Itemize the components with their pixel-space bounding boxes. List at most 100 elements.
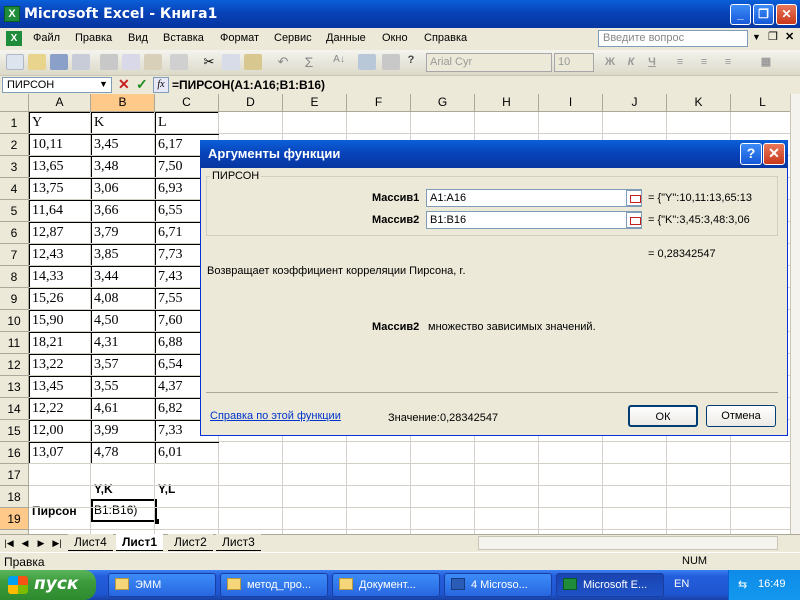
menu-insert[interactable]: Вставка	[163, 32, 204, 44]
row-header-3[interactable]: 3	[0, 156, 29, 178]
task-excel[interactable]: Microsoft E...	[556, 573, 664, 597]
column-header-j[interactable]: J	[603, 94, 667, 112]
sheet-tab-list2[interactable]: Лист2	[168, 534, 213, 551]
new-icon[interactable]	[6, 54, 24, 70]
table-cell[interactable]: 3,99	[91, 420, 119, 442]
table-cell[interactable]: 12,22	[29, 398, 64, 420]
last-sheet-icon[interactable]: ▶|	[50, 536, 64, 550]
row-header-2[interactable]: 2	[0, 134, 29, 156]
menu-file[interactable]: Файл	[33, 32, 60, 44]
horizontal-scrollbar[interactable]	[478, 536, 778, 550]
print-preview-icon[interactable]	[122, 54, 140, 70]
close-button[interactable]: ✕	[776, 4, 797, 25]
network-icon[interactable]: ⇆	[738, 578, 747, 591]
permission-icon[interactable]	[72, 54, 90, 70]
task-folder-documents[interactable]: Документ...	[332, 573, 440, 597]
table-cell[interactable]: 3,44	[91, 266, 119, 288]
column-header-c[interactable]: C	[155, 94, 219, 112]
row-header-19[interactable]: 19	[0, 508, 29, 530]
row-header-16[interactable]: 16	[0, 442, 29, 464]
table-cell[interactable]: 7,55	[155, 288, 183, 310]
column-header-g[interactable]: G	[411, 94, 475, 112]
row-header-9[interactable]: 9	[0, 288, 29, 310]
sheet-tab-list1[interactable]: Лист1	[116, 534, 164, 551]
table-cell[interactable]: 6,01	[155, 442, 183, 464]
row-header-7[interactable]: 7	[0, 244, 29, 266]
cell-a19[interactable]: Пирсон	[29, 500, 77, 522]
table-cell[interactable]: 3,48	[91, 156, 119, 178]
start-button[interactable]: пуск	[0, 570, 96, 600]
column-header-a[interactable]: A	[29, 94, 91, 112]
column-header-k[interactable]: K	[667, 94, 731, 112]
table-cell[interactable]: 7,60	[155, 310, 183, 332]
drawing-icon[interactable]	[382, 54, 400, 70]
table-cell[interactable]: 4,78	[91, 442, 119, 464]
menu-tools[interactable]: Сервис	[274, 32, 312, 44]
cancel-entry-icon[interactable]: ✕	[118, 77, 130, 92]
table-cell[interactable]: 14,33	[29, 266, 64, 288]
insert-function-icon[interactable]: fx	[153, 77, 169, 93]
menu-data[interactable]: Данные	[326, 32, 366, 44]
table-cell[interactable]: 13,07	[29, 442, 64, 464]
dialog-help-icon[interactable]: ?	[740, 143, 762, 165]
table-cell[interactable]: 11,64	[29, 200, 63, 222]
table-cell[interactable]: 4,31	[91, 332, 119, 354]
table-cell[interactable]: 4,61	[91, 398, 119, 420]
table-cell[interactable]: 15,26	[29, 288, 64, 310]
column-header-e[interactable]: E	[283, 94, 347, 112]
table-cell[interactable]: 7,43	[155, 266, 183, 288]
row-header-6[interactable]: 6	[0, 222, 29, 244]
table-cell[interactable]: 3,66	[91, 200, 119, 222]
collapse-dialog-icon[interactable]	[626, 212, 642, 228]
table-cell[interactable]: 7,50	[155, 156, 183, 178]
bold-icon[interactable]: Ж	[600, 53, 620, 72]
table-cell[interactable]: 18,21	[29, 332, 64, 354]
table-cell[interactable]: 10,11	[29, 134, 63, 156]
arg2-input[interactable]: B1:B16	[426, 211, 642, 229]
menu-view[interactable]: Вид	[128, 32, 148, 44]
chevron-down-icon[interactable]: ▼	[752, 32, 761, 42]
table-cell[interactable]: 3,06	[91, 178, 119, 200]
align-center-icon[interactable]: ≡	[694, 53, 714, 72]
dialog-close-icon[interactable]: ✕	[763, 143, 785, 165]
sort-icon[interactable]: A↓	[330, 54, 348, 70]
paste-icon[interactable]	[244, 54, 262, 70]
table-cell[interactable]: 6,71	[155, 222, 183, 244]
cell-c18[interactable]: Y,L	[155, 478, 175, 500]
arg1-input[interactable]: A1:A16	[426, 189, 642, 207]
table-cell[interactable]: 3,45	[91, 134, 119, 156]
select-all-corner[interactable]	[0, 94, 29, 112]
align-left-icon[interactable]: ≡	[670, 53, 690, 72]
enter-entry-icon[interactable]: ✓	[136, 77, 148, 92]
cut-icon[interactable]: ✂	[200, 54, 218, 70]
table-cell[interactable]: 7,73	[155, 244, 183, 266]
active-cell-b19[interactable]: B1:B16)	[91, 499, 157, 522]
table-cell[interactable]: 13,45	[29, 376, 64, 398]
help-search-input[interactable]: Введите вопрос	[598, 30, 748, 47]
column-header-h[interactable]: H	[475, 94, 539, 112]
table-cell[interactable]: 6,54	[155, 354, 183, 376]
font-select[interactable]: Arial Cyr	[426, 53, 552, 72]
menu-help[interactable]: Справка	[424, 32, 467, 44]
row-header-10[interactable]: 10	[0, 310, 29, 332]
function-help-link[interactable]: Справка по этой функции	[210, 410, 341, 422]
restore-button[interactable]: ❐	[753, 4, 774, 25]
vertical-scrollbar[interactable]	[790, 94, 800, 534]
align-right-icon[interactable]: ≡	[718, 53, 738, 72]
prev-sheet-icon[interactable]: ◀	[18, 536, 32, 550]
cancel-button[interactable]: Отмена	[706, 405, 776, 427]
table-cell[interactable]: 13,22	[29, 354, 64, 376]
help-icon[interactable]: ?	[402, 54, 420, 70]
chart-icon[interactable]	[358, 54, 376, 70]
collapse-dialog-icon[interactable]	[626, 190, 642, 206]
cell-header-b[interactable]: K	[91, 112, 104, 134]
copy-icon[interactable]	[222, 54, 240, 70]
ok-button[interactable]: ОК	[628, 405, 698, 427]
language-indicator[interactable]: EN	[674, 578, 689, 590]
save-icon[interactable]	[50, 54, 68, 70]
row-header-8[interactable]: 8	[0, 266, 29, 288]
font-size-select[interactable]: 10	[554, 53, 594, 72]
row-header-5[interactable]: 5	[0, 200, 29, 222]
table-cell[interactable]: 3,85	[91, 244, 119, 266]
row-header-12[interactable]: 12	[0, 354, 29, 376]
